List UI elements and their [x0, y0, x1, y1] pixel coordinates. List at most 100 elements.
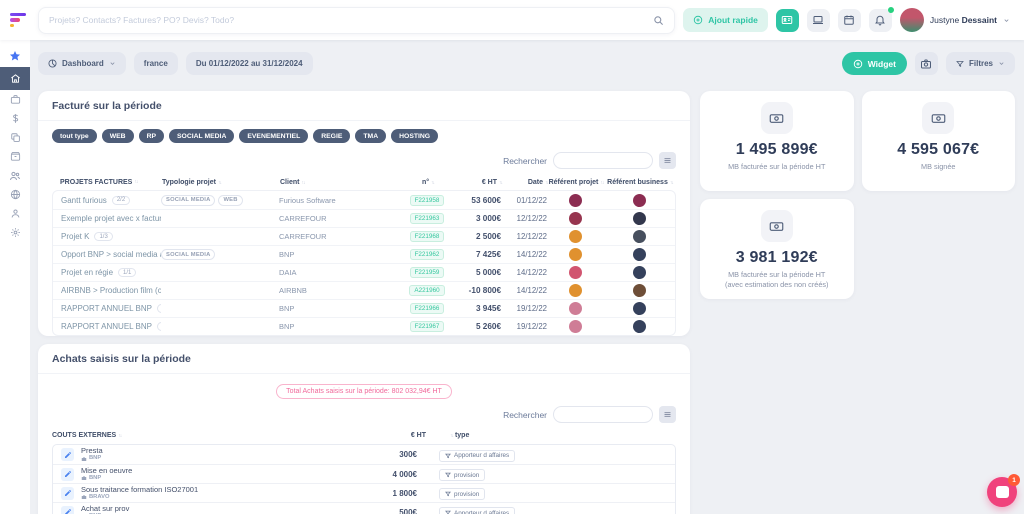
col-amount[interactable]: € HT — [411, 432, 426, 439]
workstation-button[interactable] — [807, 9, 830, 32]
invoice-number-chip[interactable]: F221959 — [410, 267, 445, 278]
filters-label: Filtres — [969, 59, 993, 68]
col-ref-project[interactable]: Référent projet — [549, 179, 599, 186]
cost-name: Presta — [81, 447, 297, 455]
table-row[interactable]: RAPPORT ANNUEL BNP1/5 BNP F221966 3 945€… — [53, 299, 675, 317]
purchases-search-input[interactable] — [553, 406, 653, 423]
sidebar-item-contacts[interactable] — [0, 166, 30, 185]
screenshot-button[interactable] — [915, 52, 938, 75]
crm-card-button[interactable] — [776, 9, 799, 32]
sidebar-item-dashboard[interactable] — [0, 67, 30, 90]
col-client[interactable]: Client — [280, 179, 299, 186]
sidebar-item-projects[interactable] — [0, 90, 30, 109]
type-chip-all[interactable]: tout type — [52, 129, 97, 143]
global-search-input[interactable] — [49, 15, 653, 25]
app-logo[interactable] — [10, 13, 30, 28]
plus-circle-icon — [853, 59, 863, 69]
table-row[interactable]: AIRBNB > Production film (corporate...) … — [53, 281, 675, 299]
user-menu[interactable]: Justyne Dessaint — [900, 8, 1010, 32]
sort-icon[interactable]: ↑↓ — [218, 180, 221, 186]
search-icon[interactable] — [653, 15, 664, 26]
calendar-button[interactable] — [838, 9, 861, 32]
filters-dropdown[interactable]: Filtres — [946, 52, 1015, 75]
invoice-date: 19/12/22 — [501, 304, 547, 313]
col-date[interactable]: Date — [528, 179, 543, 186]
type-chip-rp[interactable]: RP — [139, 129, 164, 143]
cost-type-chip[interactable]: Apporteur d affaires — [439, 507, 515, 514]
bell-icon — [874, 14, 886, 26]
invoice-number-chip[interactable]: A221960 — [409, 285, 444, 296]
col-ref-business[interactable]: Référent business — [607, 179, 668, 186]
sidebar-item-finance[interactable] — [0, 109, 30, 128]
table-row[interactable]: Sous traitance formation ISO27001 BRAVO … — [53, 483, 675, 502]
col-number[interactable]: n° — [422, 179, 429, 186]
invoice-count-badge: 2/2 — [112, 196, 130, 205]
sidebar-item-inbox[interactable] — [0, 147, 30, 166]
date-range-chip[interactable]: Du 01/12/2022 au 31/12/2024 — [186, 52, 313, 75]
sidebar-item-favorites[interactable] — [0, 47, 30, 64]
col-typology[interactable]: Typologie projet — [162, 179, 216, 186]
col-amount[interactable]: € HT — [482, 179, 497, 186]
col-projects[interactable]: PROJETS FACTURES — [60, 179, 132, 186]
dashboard-selector[interactable]: Dashboard — [38, 52, 126, 75]
table-row[interactable]: Exemple projet avec x factures1/3 CARREF… — [53, 209, 675, 227]
type-chip-regie[interactable]: REGIE — [313, 129, 350, 143]
sort-icon[interactable]: ↑↓ — [118, 433, 121, 439]
copy-icon — [10, 132, 21, 143]
table-row[interactable]: RAPPORT ANNUEL BNP2/5 BNP F221967 5 260€… — [53, 317, 675, 335]
invoice-amount: 3 945€ — [453, 304, 501, 313]
cost-type-chip[interactable]: provision — [439, 469, 485, 481]
table-row[interactable]: Opport BNP > social media annuel1/2 SOCI… — [53, 245, 675, 263]
ref-project-avatar — [569, 266, 582, 279]
quick-add-button[interactable]: Ajout rapide — [683, 8, 768, 32]
sort-icon[interactable]: ↑↓ — [450, 433, 453, 439]
sort-icon[interactable]: ↑↓ — [600, 180, 603, 186]
table-row[interactable]: Mise en oeuvre BNP 4 000€ provision — [53, 464, 675, 483]
type-chip-web[interactable]: WEB — [102, 129, 134, 143]
table-row[interactable]: Gantt furious2/2 SOCIAL MEDIAWEB Furious… — [53, 191, 675, 209]
edit-button[interactable] — [61, 468, 74, 481]
edit-button[interactable] — [61, 448, 74, 461]
table-row[interactable]: Achat sur prov BNP 500€ Apporteur d affa… — [53, 502, 675, 514]
cost-name: Sous traitance formation ISO27001 — [81, 486, 297, 494]
col-external-costs[interactable]: COUTS EXTERNES — [52, 432, 116, 439]
invoiced-search-input[interactable] — [553, 152, 653, 169]
archive-icon — [10, 151, 21, 162]
chat-button[interactable]: 1 — [987, 477, 1017, 507]
type-chip-social-media[interactable]: SOCIAL MEDIA — [169, 129, 234, 143]
sort-icon[interactable]: ↑↓ — [431, 180, 434, 186]
invoice-number-chip[interactable]: F221962 — [410, 249, 445, 260]
table-menu-button[interactable] — [659, 152, 676, 169]
sort-icon[interactable]: ↑↓ — [301, 180, 304, 186]
invoice-number-chip[interactable]: F221966 — [410, 303, 445, 314]
table-menu-button[interactable] — [659, 406, 676, 423]
cost-type-chip[interactable]: Apporteur d affaires — [439, 450, 515, 462]
type-chip-tma[interactable]: TMA — [355, 129, 386, 143]
sort-icon[interactable]: ↑↓ — [134, 179, 137, 185]
type-chip-evenementiel[interactable]: EVENEMENTIEL — [239, 129, 308, 143]
sort-icon[interactable]: ↑↓ — [670, 180, 673, 186]
client-name: Furious Software — [279, 196, 401, 205]
invoice-number-chip[interactable]: F221968 — [410, 231, 445, 242]
cost-type-chip[interactable]: provision — [439, 488, 485, 500]
edit-button[interactable] — [61, 487, 74, 500]
project-name: Exemple projet avec x factures — [61, 214, 161, 223]
sidebar-item-settings[interactable] — [0, 223, 30, 242]
kpi-value: 1 495 899€ — [736, 141, 818, 159]
cost-name: Mise en oeuvre — [81, 467, 297, 475]
table-row[interactable]: Presta BNP 300€ Apporteur d affaires — [53, 445, 675, 464]
add-widget-button[interactable]: Widget — [842, 52, 907, 75]
table-row[interactable]: Projet K1/3 CARREFOUR F221968 2 500€ 12/… — [53, 227, 675, 245]
edit-button[interactable] — [61, 506, 74, 514]
notifications-button[interactable] — [869, 9, 892, 32]
type-chip-hosting[interactable]: HOSTING — [391, 129, 438, 143]
scope-filter-chip[interactable]: france — [134, 52, 178, 75]
sidebar-item-network[interactable] — [0, 185, 30, 204]
sidebar-item-documents[interactable] — [0, 128, 30, 147]
invoice-number-chip[interactable]: F221967 — [410, 321, 445, 332]
invoice-number-chip[interactable]: F221963 — [410, 213, 445, 224]
col-type[interactable]: type — [455, 432, 469, 439]
table-row[interactable]: Projet en régie1/1 DAIA F221959 5 000€ 1… — [53, 263, 675, 281]
invoice-number-chip[interactable]: F221958 — [410, 195, 445, 206]
sidebar-item-profile[interactable] — [0, 204, 30, 223]
